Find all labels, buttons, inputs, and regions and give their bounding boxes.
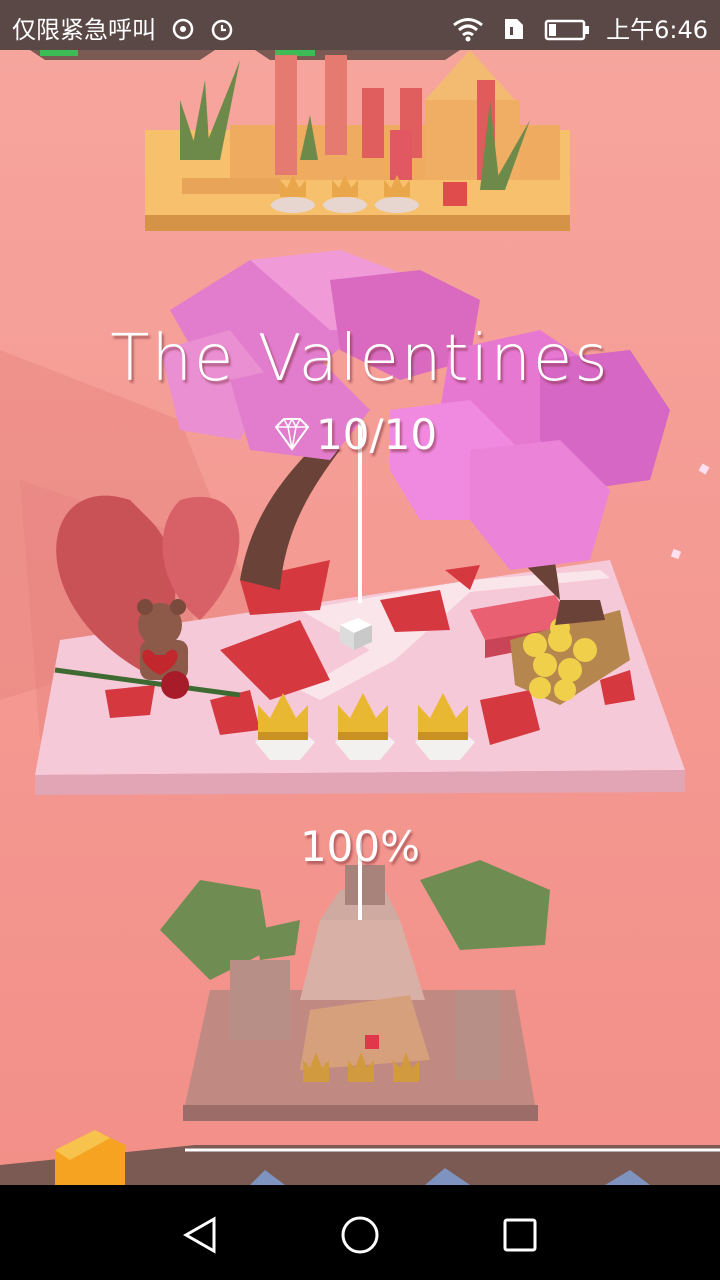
sim-icon — [504, 19, 523, 39]
sync-icon — [172, 18, 193, 40]
next-level-platform[interactable] — [160, 860, 550, 1121]
recents-icon — [503, 1218, 537, 1252]
home-icon — [341, 1216, 379, 1254]
gem-count: 10/10 — [316, 409, 438, 459]
gem-counter: 10/10 — [272, 409, 438, 459]
home-button[interactable] — [330, 1205, 390, 1265]
level-crowns — [255, 693, 475, 760]
gem-icon — [274, 417, 310, 451]
level-select-scene[interactable]: The Valentines 10/10 100% — [0, 50, 720, 1185]
previous-level-crowns — [271, 175, 419, 213]
alarm-icon — [212, 19, 233, 41]
previous-level-platform[interactable] — [30, 50, 570, 231]
recents-button[interactable] — [490, 1205, 550, 1265]
back-button[interactable] — [170, 1205, 230, 1265]
battery-icon — [545, 19, 590, 41]
progress-percent: 100% — [299, 822, 421, 871]
clock-text: 上午6:46 — [606, 16, 708, 44]
carrier-text: 仅限紧急呼叫 — [12, 16, 156, 44]
carrier-group: 仅限紧急呼叫 — [12, 10, 235, 45]
status-bar: 仅限紧急呼叫 上午6:46 — [0, 0, 720, 50]
navigation-bar — [0, 1185, 720, 1280]
wifi-icon — [453, 18, 484, 42]
level-title: The Valentines — [110, 322, 610, 396]
scene-art — [0, 50, 720, 1185]
status-right: 上午6:46 — [451, 10, 708, 45]
back-icon — [182, 1216, 216, 1254]
bottom-tray — [0, 1130, 720, 1185]
